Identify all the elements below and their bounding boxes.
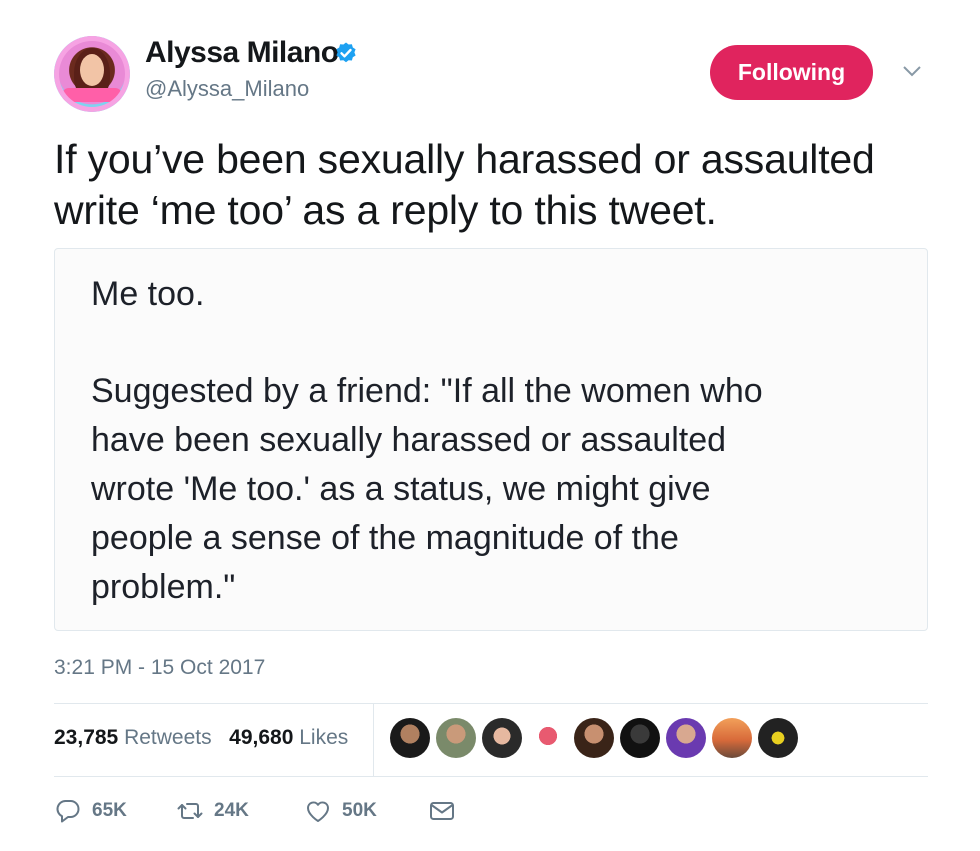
retweet-count: 24K xyxy=(214,800,249,821)
tweet-text-line: write ‘me too’ as a reply to this tweet. xyxy=(54,187,717,233)
retweets-label: Retweets xyxy=(124,726,212,749)
media-body-line: people a sense of the magnitude of the xyxy=(91,519,679,557)
liker-avatar[interactable] xyxy=(436,718,476,758)
reply-icon xyxy=(56,799,80,823)
reply-count: 65K xyxy=(92,800,127,821)
avatar-ring xyxy=(54,36,130,112)
stats-divider xyxy=(373,704,374,776)
media-body-line: problem." xyxy=(91,568,236,606)
display-name[interactable]: Alyssa Milano xyxy=(145,36,339,70)
liker-avatar[interactable] xyxy=(574,718,614,758)
verified-badge-icon xyxy=(336,42,356,63)
tweet-media-image[interactable]: Me too. Suggested by a friend: "If all t… xyxy=(54,248,928,631)
tweet-text-line: If you’ve been sexually harassed or assa… xyxy=(54,136,875,182)
media-body-text: Suggested by a friend: "If all the women… xyxy=(91,367,911,612)
chevron-down-icon[interactable] xyxy=(902,64,922,78)
liker-avatar[interactable] xyxy=(528,718,568,758)
direct-message-button[interactable] xyxy=(428,796,466,826)
liker-avatar[interactable] xyxy=(758,718,798,758)
retweets-count: 23,785 xyxy=(54,726,119,749)
like-button[interactable]: 50K xyxy=(304,796,377,826)
envelope-icon xyxy=(430,802,454,820)
divider xyxy=(54,703,928,704)
likes-stat[interactable]: 49,680 Likes xyxy=(229,726,348,749)
tweet-timestamp[interactable]: 3:21 PM - 15 Oct 2017 xyxy=(54,656,265,680)
retweet-button[interactable]: 24K xyxy=(176,796,249,826)
media-body-line: wrote 'Me too.' as a status, we might gi… xyxy=(91,470,711,508)
likes-label: Likes xyxy=(299,726,349,749)
user-handle[interactable]: @Alyssa_Milano xyxy=(145,76,309,102)
media-first-line: Me too. xyxy=(91,275,205,313)
liker-avatar[interactable] xyxy=(482,718,522,758)
tweet-stats: 23,785 Retweets 49,680 Likes xyxy=(54,726,348,750)
liker-avatar[interactable] xyxy=(666,718,706,758)
following-button[interactable]: Following xyxy=(710,45,873,100)
heart-icon xyxy=(306,801,330,822)
liker-avatar[interactable] xyxy=(620,718,660,758)
retweet-icon xyxy=(177,803,203,819)
liker-avatar[interactable] xyxy=(390,718,430,758)
liker-avatar[interactable] xyxy=(712,718,752,758)
like-count: 50K xyxy=(342,800,377,821)
avatar[interactable] xyxy=(54,36,130,112)
divider xyxy=(54,776,928,777)
tweet-text: If you’ve been sexually harassed or assa… xyxy=(54,134,954,236)
media-body-line: Suggested by a friend: "If all the women… xyxy=(91,372,763,410)
media-body-line: have been sexually harassed or assaulted xyxy=(91,421,727,459)
reply-button[interactable]: 65K xyxy=(54,796,127,826)
retweets-stat[interactable]: 23,785 Retweets xyxy=(54,726,212,749)
likes-count: 49,680 xyxy=(229,726,294,749)
